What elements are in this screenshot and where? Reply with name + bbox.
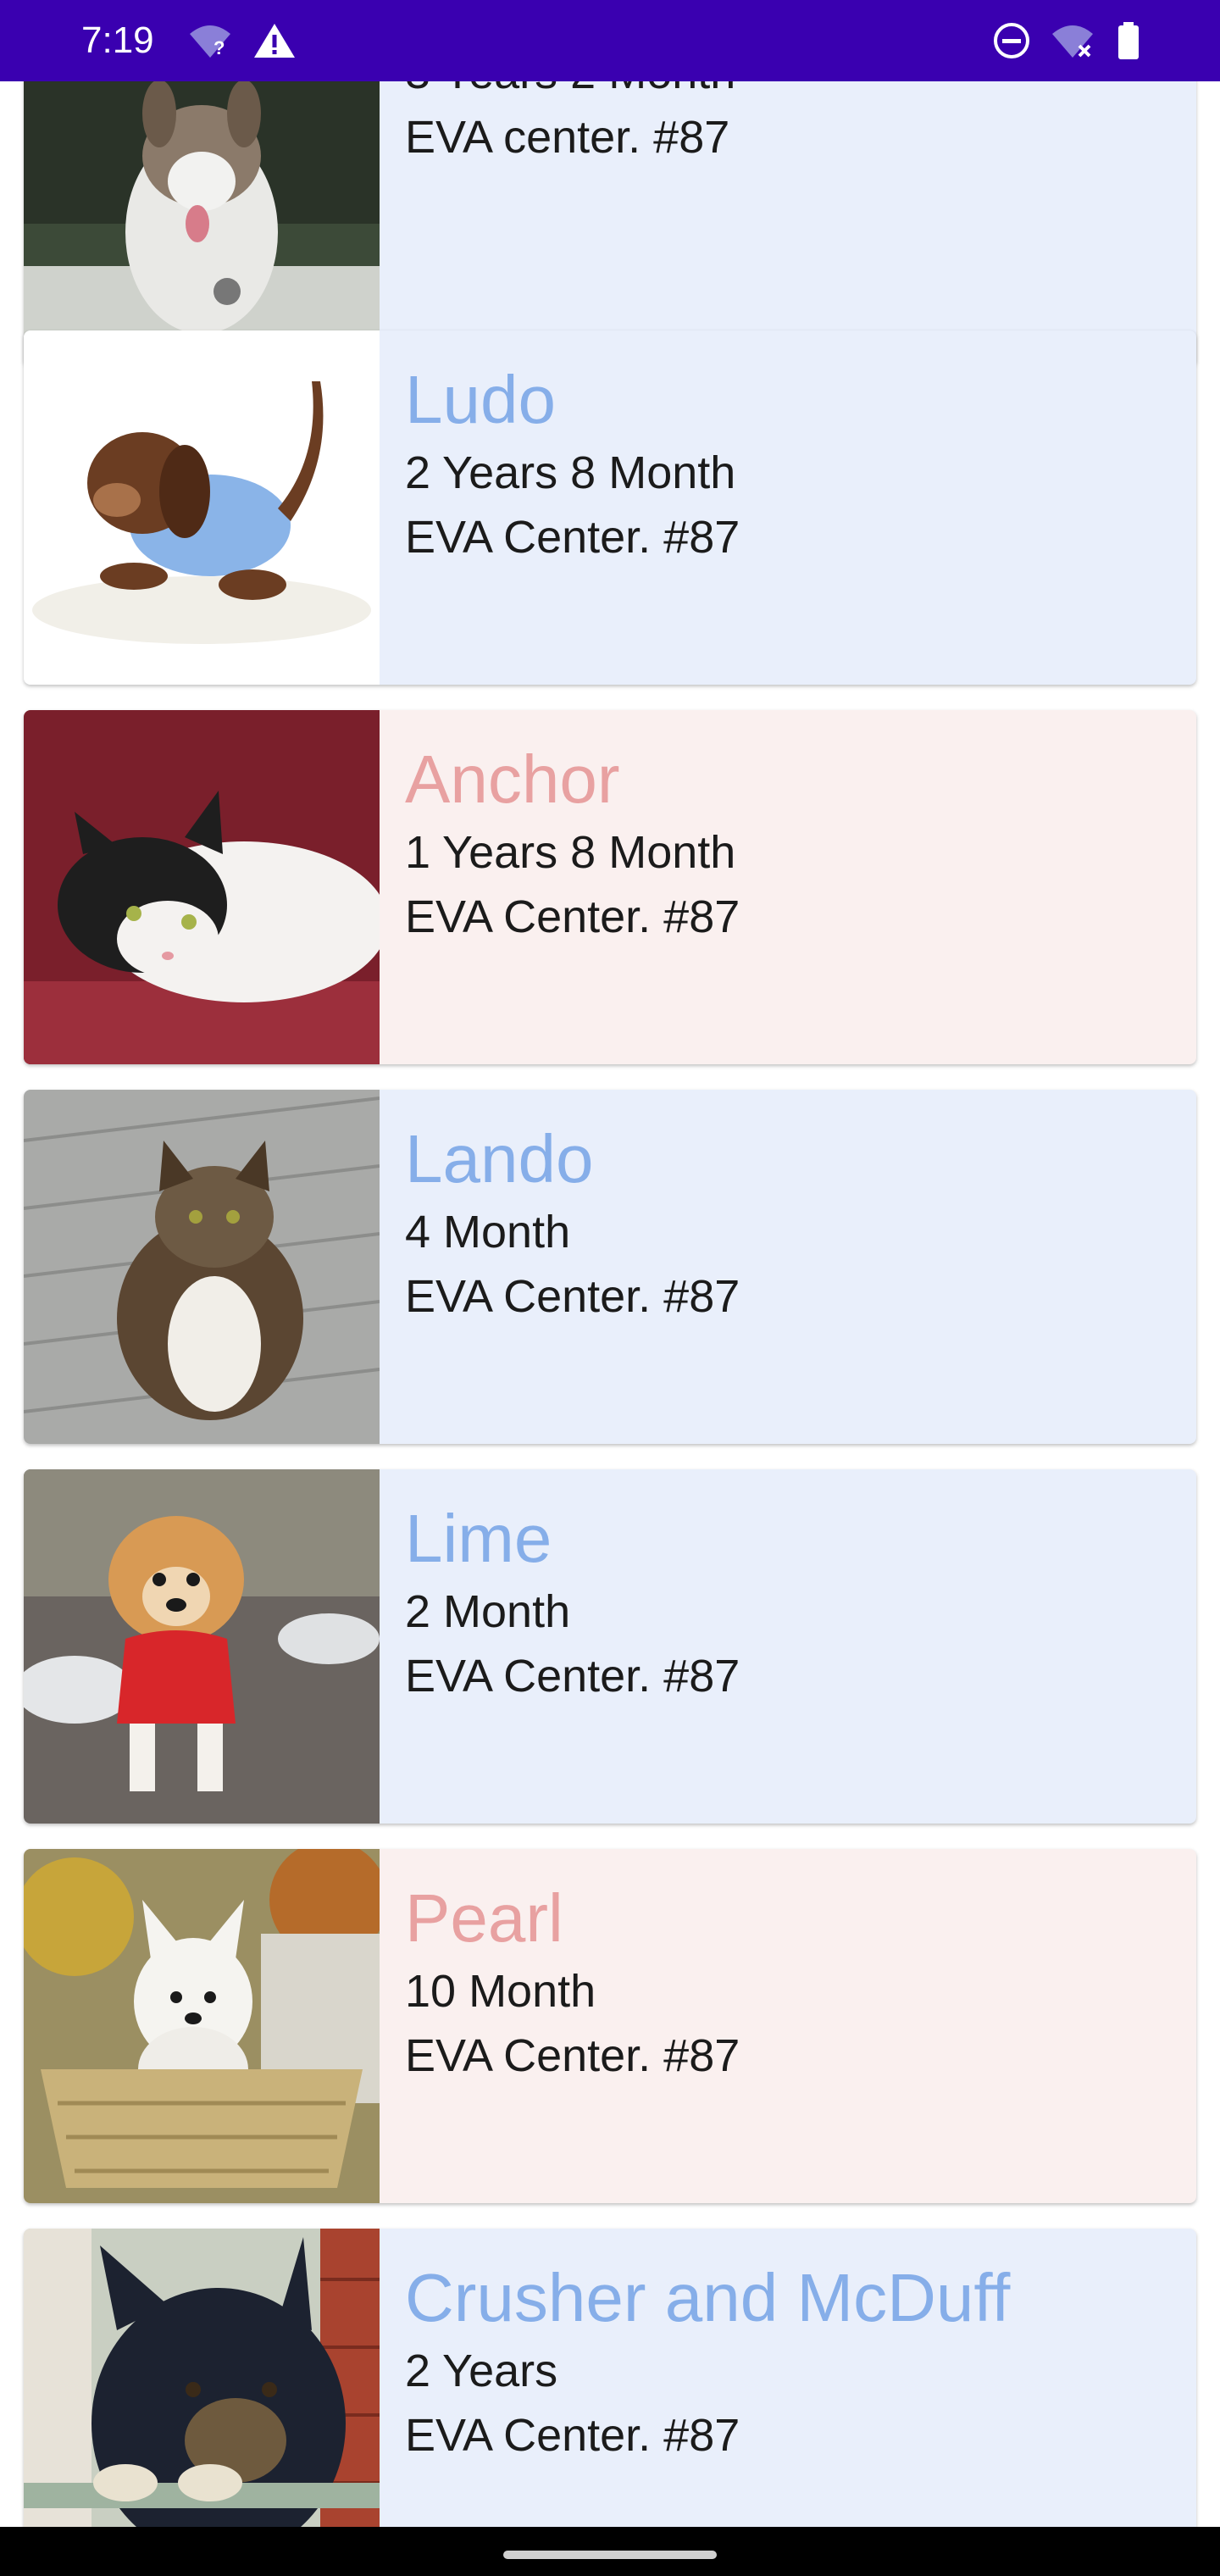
wifi-question-icon: ? [188, 20, 232, 61]
pet-location: EVA Center. #87 [405, 2030, 740, 2081]
pet-card[interactable]: Crusher and McDuff 2 Years EVA Center. #… [24, 2229, 1196, 2527]
pet-age: 2 Years [405, 2346, 558, 2396]
pet-photo [24, 81, 380, 366]
pet-name: Ludo [405, 362, 556, 437]
pet-card[interactable]: Pearl 10 Month EVA Center. #87 [24, 1849, 1196, 2203]
pet-list[interactable]: 3 Years 2 Month EVA center. #87 Ludo 2 Y… [0, 81, 1220, 2527]
pet-location: EVA center. #87 [405, 112, 730, 163]
pet-age: 10 Month [405, 1966, 596, 2017]
pet-photo [24, 710, 380, 1064]
pet-photo [24, 1090, 380, 1444]
pet-info: Ludo 2 Years 8 Month EVA Center. #87 [380, 330, 740, 685]
status-time: 7:19 [81, 19, 154, 61]
pet-card[interactable]: Ludo 2 Years 8 Month EVA Center. #87 [24, 330, 1196, 685]
wifi-off-icon [1051, 20, 1095, 61]
pet-age: 3 Years 2 Month [405, 81, 735, 105]
pet-photo [24, 2229, 380, 2527]
pet-photo [24, 1849, 380, 2203]
do-not-disturb-icon [990, 20, 1034, 61]
pet-age: 2 Years 8 Month [405, 447, 736, 498]
pet-age: 2 Month [405, 1586, 571, 1637]
pet-card[interactable]: Lando 4 Month EVA Center. #87 [24, 1090, 1196, 1444]
status-bar: 7:19 ? [0, 0, 1220, 81]
pet-age: 1 Years 8 Month [405, 827, 736, 878]
pet-age: 4 Month [405, 1207, 571, 1257]
svg-text:?: ? [214, 37, 225, 58]
pet-info: Anchor 1 Years 8 Month EVA Center. #87 [380, 710, 740, 1064]
navigation-bar [0, 2527, 1220, 2576]
pet-name: Crusher and McDuff [405, 2260, 1011, 2335]
pet-info: 3 Years 2 Month EVA center. #87 [380, 81, 735, 366]
battery-icon [1106, 20, 1151, 61]
home-gesture-handle[interactable] [503, 2551, 717, 2559]
pet-card[interactable]: Anchor 1 Years 8 Month EVA Center. #87 [24, 710, 1196, 1064]
alert-icon [252, 20, 297, 61]
pet-location: EVA Center. #87 [405, 512, 740, 563]
pet-name: Lando [405, 1121, 594, 1196]
pet-location: EVA Center. #87 [405, 891, 740, 942]
pet-location: EVA Center. #87 [405, 2410, 740, 2461]
pet-photo [24, 1469, 380, 1824]
pet-name: Anchor [405, 741, 620, 817]
pet-name: Lime [405, 1501, 552, 1576]
pet-name: Pearl [405, 1880, 563, 1956]
pet-card[interactable]: Lime 2 Month EVA Center. #87 [24, 1469, 1196, 1824]
pet-info: Pearl 10 Month EVA Center. #87 [380, 1849, 740, 2203]
pet-location: EVA Center. #87 [405, 1271, 740, 1322]
pet-photo [24, 330, 380, 685]
pet-info: Lando 4 Month EVA Center. #87 [380, 1090, 740, 1444]
pet-location: EVA Center. #87 [405, 1651, 740, 1702]
pet-info: Lime 2 Month EVA Center. #87 [380, 1469, 740, 1824]
pet-card[interactable]: 3 Years 2 Month EVA center. #87 [24, 81, 1196, 366]
pet-info: Crusher and McDuff 2 Years EVA Center. #… [380, 2229, 1010, 2527]
